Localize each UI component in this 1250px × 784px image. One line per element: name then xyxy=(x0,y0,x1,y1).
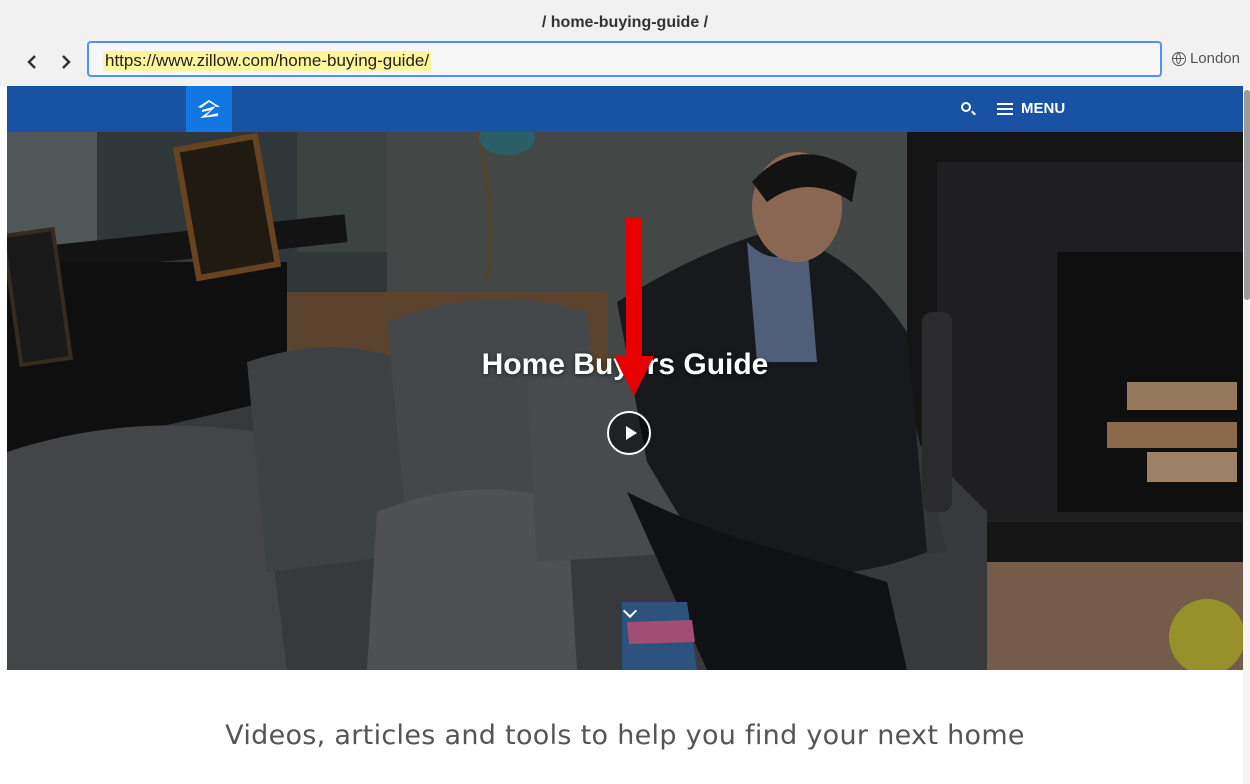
window-titlebar: / home-buying-guide / xyxy=(0,0,1250,40)
zillow-logo-icon xyxy=(198,100,220,118)
page-scrollbar[interactable] xyxy=(1243,86,1250,784)
window-title: / home-buying-guide / xyxy=(541,14,709,31)
hamburger-icon xyxy=(997,102,1013,115)
zillow-logo[interactable] xyxy=(186,86,232,132)
site-header: MENU xyxy=(7,86,1243,132)
search-icon[interactable] xyxy=(961,102,971,112)
locale-indicator[interactable]: London xyxy=(1171,50,1240,67)
globe-icon xyxy=(1171,51,1186,66)
hero-video[interactable]: Home Buyers Guide xyxy=(7,132,1243,670)
chevron-right-icon xyxy=(62,55,71,69)
back-button[interactable] xyxy=(20,50,44,74)
menu-label: MENU xyxy=(1021,100,1066,117)
forward-button[interactable] xyxy=(54,50,78,74)
menu-button[interactable]: MENU xyxy=(997,100,1065,117)
page-tagline: Videos, articles and tools to help you f… xyxy=(225,720,1025,751)
red-arrow-icon xyxy=(614,218,654,396)
browser-toolbar: https://www.zillow.com/home-buying-guide… xyxy=(0,40,1250,86)
address-bar[interactable]: https://www.zillow.com/home-buying-guide… xyxy=(87,41,1162,77)
play-video-button[interactable] xyxy=(607,411,651,455)
chevron-left-icon xyxy=(27,55,36,69)
address-bar-url[interactable]: https://www.zillow.com/home-buying-guide… xyxy=(103,51,432,71)
scrollbar-thumb[interactable] xyxy=(1244,90,1250,300)
locale-label: London xyxy=(1189,50,1240,67)
hero-background-image xyxy=(7,132,1243,670)
